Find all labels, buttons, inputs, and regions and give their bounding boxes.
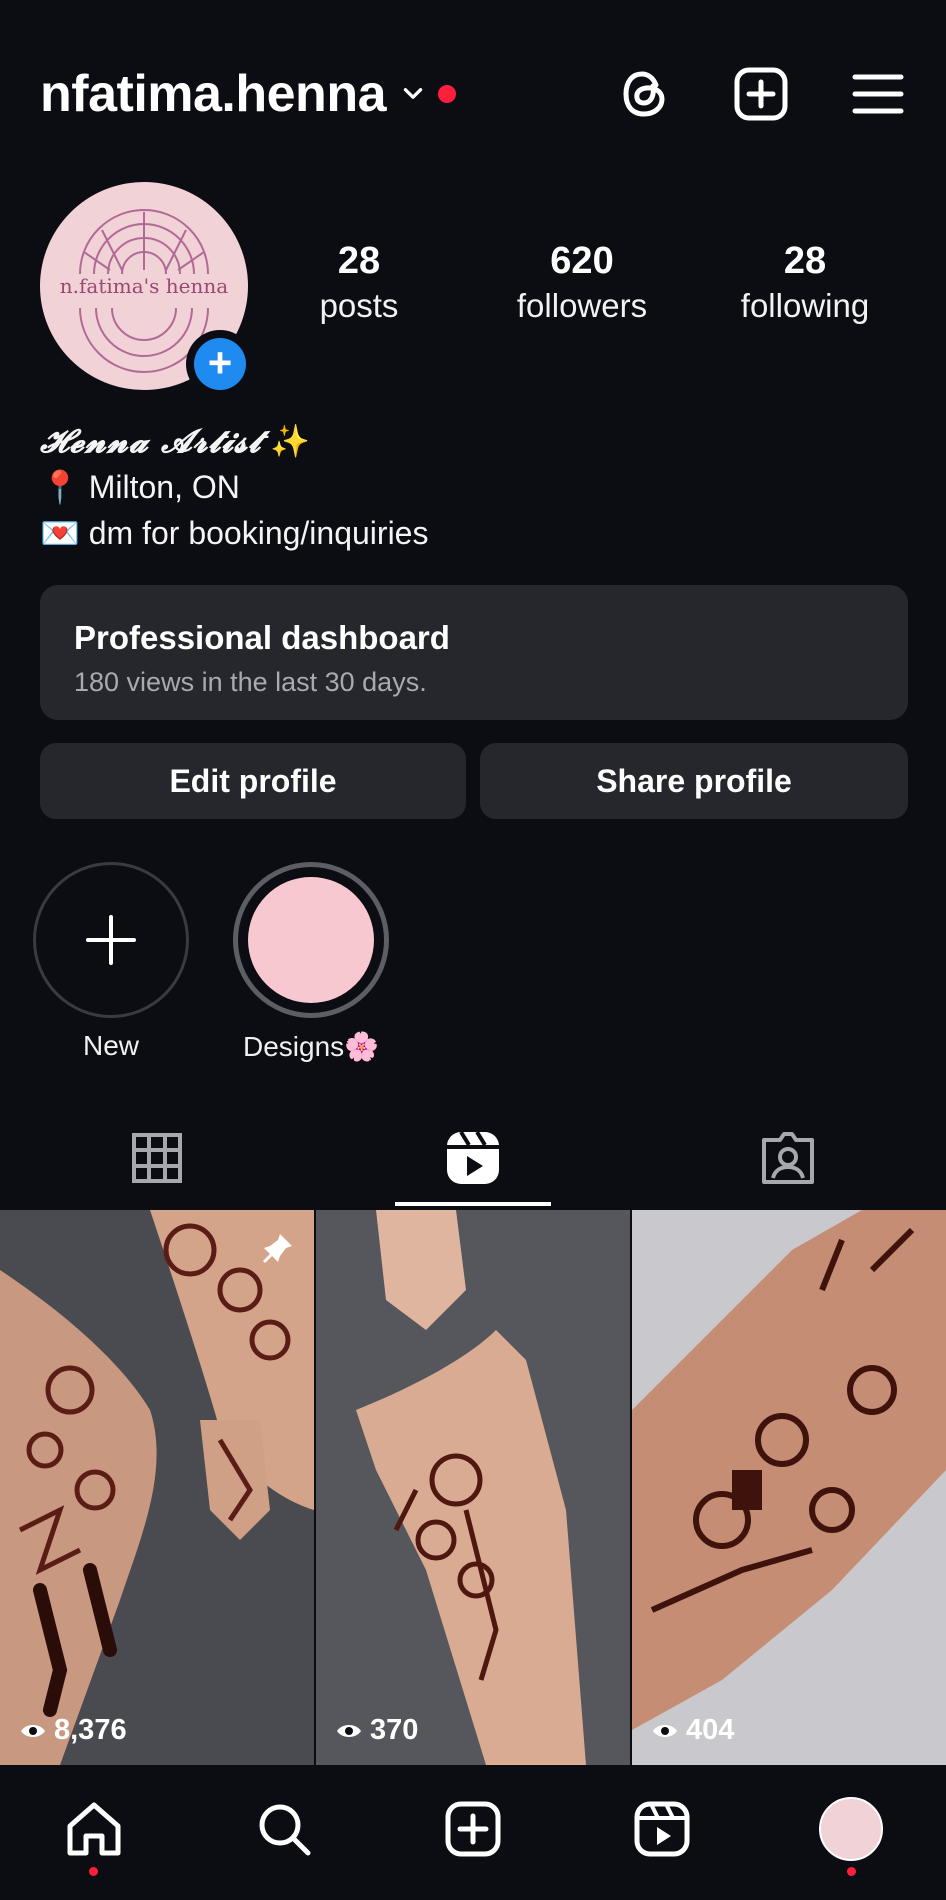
highlight-cover	[248, 877, 374, 1003]
bio-location: Milton, ON	[88, 469, 240, 505]
reel-thumbnail	[316, 1210, 630, 1765]
grid-icon	[132, 1133, 182, 1183]
profile-avatar-icon[interactable]	[819, 1797, 883, 1861]
plus-icon	[86, 915, 136, 965]
tab-reels[interactable]	[443, 1128, 503, 1188]
highlight-label: New	[82, 1030, 139, 1061]
professional-dashboard[interactable]: Professional dashboard 180 views in the …	[40, 585, 908, 720]
dashboard-subtitle: 180 views in the last 30 days.	[74, 667, 427, 697]
tagged-icon	[762, 1132, 814, 1184]
account-switcher[interactable]: nfatima.henna	[40, 64, 456, 124]
username: nfatima.henna	[40, 65, 387, 123]
followers-count: 620	[550, 240, 614, 282]
pin-icon	[262, 1234, 292, 1264]
pin-icon: 📍	[40, 469, 80, 505]
eye-icon	[21, 1724, 45, 1737]
share-profile-button[interactable]: Share profile	[480, 743, 908, 819]
view-count: 8,376	[20, 1714, 127, 1747]
dashboard-title: Professional dashboard	[74, 619, 450, 656]
reel-tile[interactable]: 404	[632, 1210, 946, 1765]
highlight-designs[interactable]: Designs🌸	[231, 862, 391, 1063]
bio: 𝓗𝓮𝓷𝓷𝓪 𝓐𝓻𝓽𝓲𝓼𝓽 ✨ 📍 Milton, ON 💌 dm for boo…	[40, 418, 428, 556]
eye-icon	[653, 1724, 677, 1737]
view-count-text: 370	[370, 1714, 419, 1746]
following-label: following	[740, 287, 870, 324]
create-icon[interactable]	[441, 1797, 505, 1861]
following-stat[interactable]: 28 following	[728, 240, 882, 325]
highlight-new[interactable]: New	[31, 862, 191, 1062]
eye-icon	[337, 1724, 361, 1737]
avatar	[819, 1797, 883, 1861]
create-post-icon[interactable]	[733, 66, 789, 122]
bio-title: 𝓗𝓮𝓷𝓷𝓪 𝓐𝓻𝓽𝓲𝓼𝓽	[40, 422, 262, 460]
sparkles-icon: ✨	[270, 423, 311, 459]
highlight-label: Designs🌸	[242, 1031, 380, 1062]
posts-label: posts	[319, 287, 399, 324]
reel-tile[interactable]: 8,376	[0, 1210, 314, 1765]
following-count: 28	[783, 240, 827, 282]
search-icon[interactable]	[252, 1797, 316, 1861]
reel-thumbnail	[632, 1210, 946, 1765]
followers-stat[interactable]: 620 followers	[500, 240, 664, 325]
reels-icon	[447, 1130, 499, 1184]
view-count: 404	[652, 1714, 734, 1747]
chevron-down-icon	[403, 88, 423, 99]
menu-icon[interactable]	[850, 66, 906, 122]
view-count: 370	[336, 1714, 418, 1747]
new-highlight-circle	[33, 862, 189, 1018]
plus-icon: +	[194, 338, 246, 390]
reel-thumbnail	[0, 1210, 314, 1765]
profile-notification-dot	[847, 1867, 856, 1876]
reels-nav-icon[interactable]	[630, 1797, 694, 1861]
followers-label: followers	[516, 287, 648, 324]
reel-tile[interactable]: 370	[316, 1210, 630, 1765]
add-story-button[interactable]: +	[186, 330, 254, 398]
active-tab-indicator	[395, 1202, 551, 1206]
edit-profile-button[interactable]: Edit profile	[40, 743, 466, 819]
threads-icon[interactable]	[617, 66, 673, 122]
notification-dot	[438, 85, 456, 103]
designs-highlight-circle	[233, 862, 389, 1018]
avatar-logo-text: n.fatima's henna	[59, 274, 229, 298]
home-icon[interactable]	[62, 1797, 126, 1861]
posts-count: 28	[337, 240, 381, 282]
view-count-text: 8,376	[54, 1714, 127, 1746]
bio-contact: dm for booking/inquiries	[88, 515, 429, 551]
home-notification-dot	[89, 1867, 98, 1876]
view-count-text: 404	[686, 1714, 735, 1746]
tab-grid[interactable]	[127, 1128, 187, 1188]
love-letter-icon: 💌	[40, 515, 80, 551]
tab-tagged[interactable]	[758, 1128, 818, 1188]
posts-stat[interactable]: 28 posts	[300, 240, 418, 325]
